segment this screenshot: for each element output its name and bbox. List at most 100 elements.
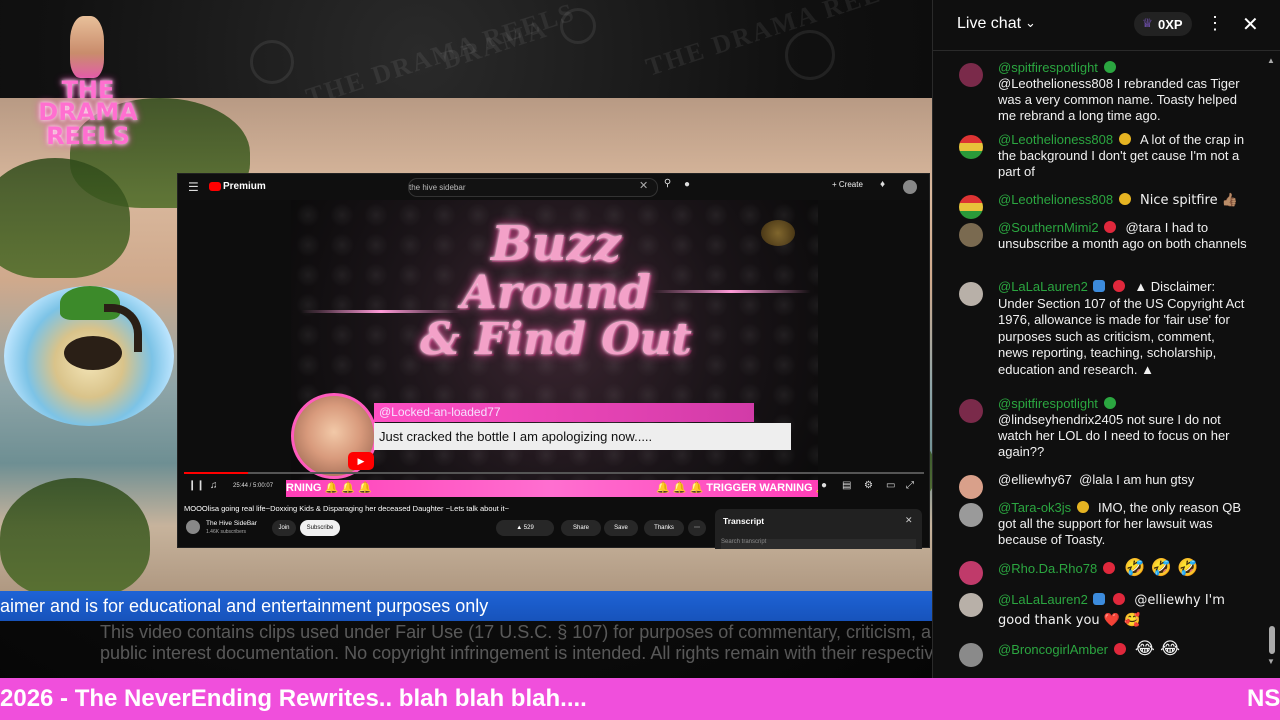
user-avatar[interactable] [959, 561, 983, 585]
live-chat-title[interactable]: Live chat [957, 15, 1021, 33]
chat-message-body: @Leothelioness808 A lot of the crap in t… [998, 132, 1248, 180]
user-avatar[interactable] [959, 282, 983, 306]
xp-badge[interactable]: ♕ 0XP [1134, 12, 1192, 36]
video-progress-fill [184, 472, 248, 474]
chat-author[interactable]: @Tara-ok3js [998, 500, 1071, 515]
film-reel-decoration [250, 40, 294, 84]
chat-author[interactable]: @LaLaLauren2 [998, 279, 1088, 294]
crown-icon: ♕ [1142, 16, 1153, 30]
palm-tree [0, 478, 150, 598]
transcript-search-input[interactable]: Search transcript [721, 539, 916, 549]
fullscreen-icon[interactable]: ⤢ [906, 480, 914, 491]
video-page-title: MOOOlisa going real life~Doxxing Kids & … [184, 504, 509, 513]
chat-text: Nice spitfire 👍🏽 [1139, 193, 1238, 208]
chat-text: 🤣 🤣 🤣 [1124, 558, 1199, 578]
like-button[interactable]: ▲ 529 [496, 520, 554, 536]
chat-author[interactable]: @Rho.Da.Rho78 [998, 561, 1097, 576]
chat-message-body: @LaLaLauren2 @elliewhy I'm good thank yo… [998, 590, 1248, 630]
member-badge-icon [1103, 61, 1116, 73]
chat-author[interactable]: @BroncogirlAmber [998, 642, 1108, 657]
youtube-logo-icon[interactable] [209, 182, 221, 191]
youtube-play-icon: ▶ [348, 452, 374, 470]
account-avatar[interactable] [903, 180, 917, 194]
chat-author[interactable]: @SouthernMimi2 [998, 220, 1099, 235]
join-button[interactable]: Join [272, 520, 296, 536]
chat-text: @Leothelioness808 I rebranded cas Tiger … [998, 76, 1240, 123]
chat-author[interactable]: @Leothelioness808 [998, 192, 1113, 207]
mic-icon[interactable]: ● [684, 179, 690, 190]
user-avatar[interactable] [959, 223, 983, 247]
user-avatar[interactable] [959, 195, 983, 219]
chat-author[interactable]: @LaLaLauren2 [998, 592, 1088, 607]
transcript-title: Transcript [723, 516, 765, 526]
buzz-around-title: Buzz Around & Find Out [381, 220, 731, 364]
chat-message-list: @spitfirespotlight @Leothelioness808 I r… [933, 50, 1280, 670]
chat-author[interactable]: @Leothelioness808 [998, 132, 1113, 147]
captions-icon[interactable]: ▤ [842, 480, 851, 491]
channel-subscribers: 1.46K subscribers [206, 529, 247, 535]
save-button[interactable]: Save [604, 520, 638, 536]
trigger-warning-right: 🔔 🔔 🔔 TRIGGER WARNING 🔔 [656, 482, 818, 494]
menu-icon[interactable]: ☰ [188, 180, 199, 194]
bell-icon[interactable]: ♦ [880, 179, 885, 190]
autoplay-icon[interactable]: ● [821, 480, 827, 491]
theater-icon[interactable]: ▭ [886, 480, 895, 491]
user-avatar[interactable] [959, 399, 983, 423]
close-icon[interactable]: ✕ [1242, 12, 1259, 37]
video-progress-bar[interactable] [184, 472, 924, 474]
more-options-icon[interactable]: ⋮ [1206, 13, 1224, 34]
create-button[interactable]: + Create [832, 180, 863, 189]
user-avatar[interactable] [959, 503, 983, 527]
pause-icon[interactable]: ❙❙ [188, 480, 205, 491]
chat-message-body: @spitfirespotlight @Leothelioness808 I r… [998, 60, 1248, 124]
chat-message-body: @Leothelioness808 Nice spitfire 👍🏽 [998, 192, 1248, 209]
title-line-2: Around [461, 265, 651, 319]
thanks-button[interactable]: Thanks [644, 520, 684, 536]
member-badge-icon [1104, 221, 1117, 233]
user-avatar[interactable] [959, 475, 983, 499]
fair-use-line-1: This video contains clips used under Fai… [100, 622, 932, 642]
user-avatar[interactable] [959, 643, 983, 667]
volume-icon[interactable]: ♫ [210, 480, 218, 491]
user-avatar[interactable] [959, 63, 983, 87]
youtube-search-input[interactable]: the hive sidebar [408, 178, 658, 197]
chat-text: 😂 😂 [1134, 639, 1181, 659]
xp-value: 0XP [1158, 17, 1183, 32]
user-avatar[interactable] [959, 135, 983, 159]
bee-icon [761, 220, 795, 246]
youtube-logo-label[interactable]: Premium [223, 181, 266, 192]
clear-search-icon[interactable]: ✕ [639, 179, 648, 192]
verified-badge-icon [1093, 593, 1106, 605]
member-badge-icon [1103, 397, 1116, 409]
time-display: 25:44 / 5:00:07 [233, 483, 274, 489]
channel-name[interactable]: The Hive SideBar [206, 520, 257, 527]
chat-message-body: @elliewhy67 @lala I am hun gtsy [998, 472, 1248, 488]
chat-author[interactable]: @spitfirespotlight [998, 396, 1098, 411]
more-actions-icon[interactable]: ⋯ [688, 520, 706, 536]
share-button[interactable]: Share [561, 520, 601, 536]
title-line-3: & Find Out [420, 314, 692, 365]
chat-author[interactable]: @spitfirespotlight [998, 60, 1098, 75]
member-badge-icon [1113, 593, 1126, 605]
live-chat-header: Live chat ⌄ ♕ 0XP ⋮ ✕ [933, 0, 1280, 51]
logo-line-2: DRAMA [38, 98, 138, 126]
member-badge-icon [1113, 643, 1126, 655]
chat-scrollbar[interactable] [1269, 626, 1275, 654]
scroll-down-icon[interactable]: ▼ [1267, 657, 1275, 666]
scorpion-tail [104, 304, 142, 352]
search-icon[interactable]: ⚲ [658, 178, 677, 195]
subscribe-button[interactable]: Subscribe [300, 520, 340, 536]
search-query: the hive sidebar [409, 183, 466, 192]
chevron-down-icon[interactable]: ⌄ [1025, 15, 1036, 31]
drama-reels-logo: THE DRAMA REELS [18, 12, 158, 152]
channel-avatar[interactable] [186, 520, 200, 534]
moderator-badge-icon [1118, 193, 1131, 205]
user-avatar[interactable] [959, 593, 983, 617]
live-chat-panel: Live chat ⌄ ♕ 0XP ⋮ ✕ @spitfirespotlight… [932, 0, 1280, 678]
ticker-text-right: NS [1247, 685, 1280, 712]
close-transcript-icon[interactable]: ✕ [905, 515, 913, 526]
scroll-up-icon[interactable]: ▲ [1267, 56, 1275, 65]
member-badge-icon [1113, 280, 1126, 292]
settings-icon[interactable]: ⚙ [864, 480, 873, 491]
chat-author[interactable]: @elliewhy67 [998, 472, 1072, 487]
